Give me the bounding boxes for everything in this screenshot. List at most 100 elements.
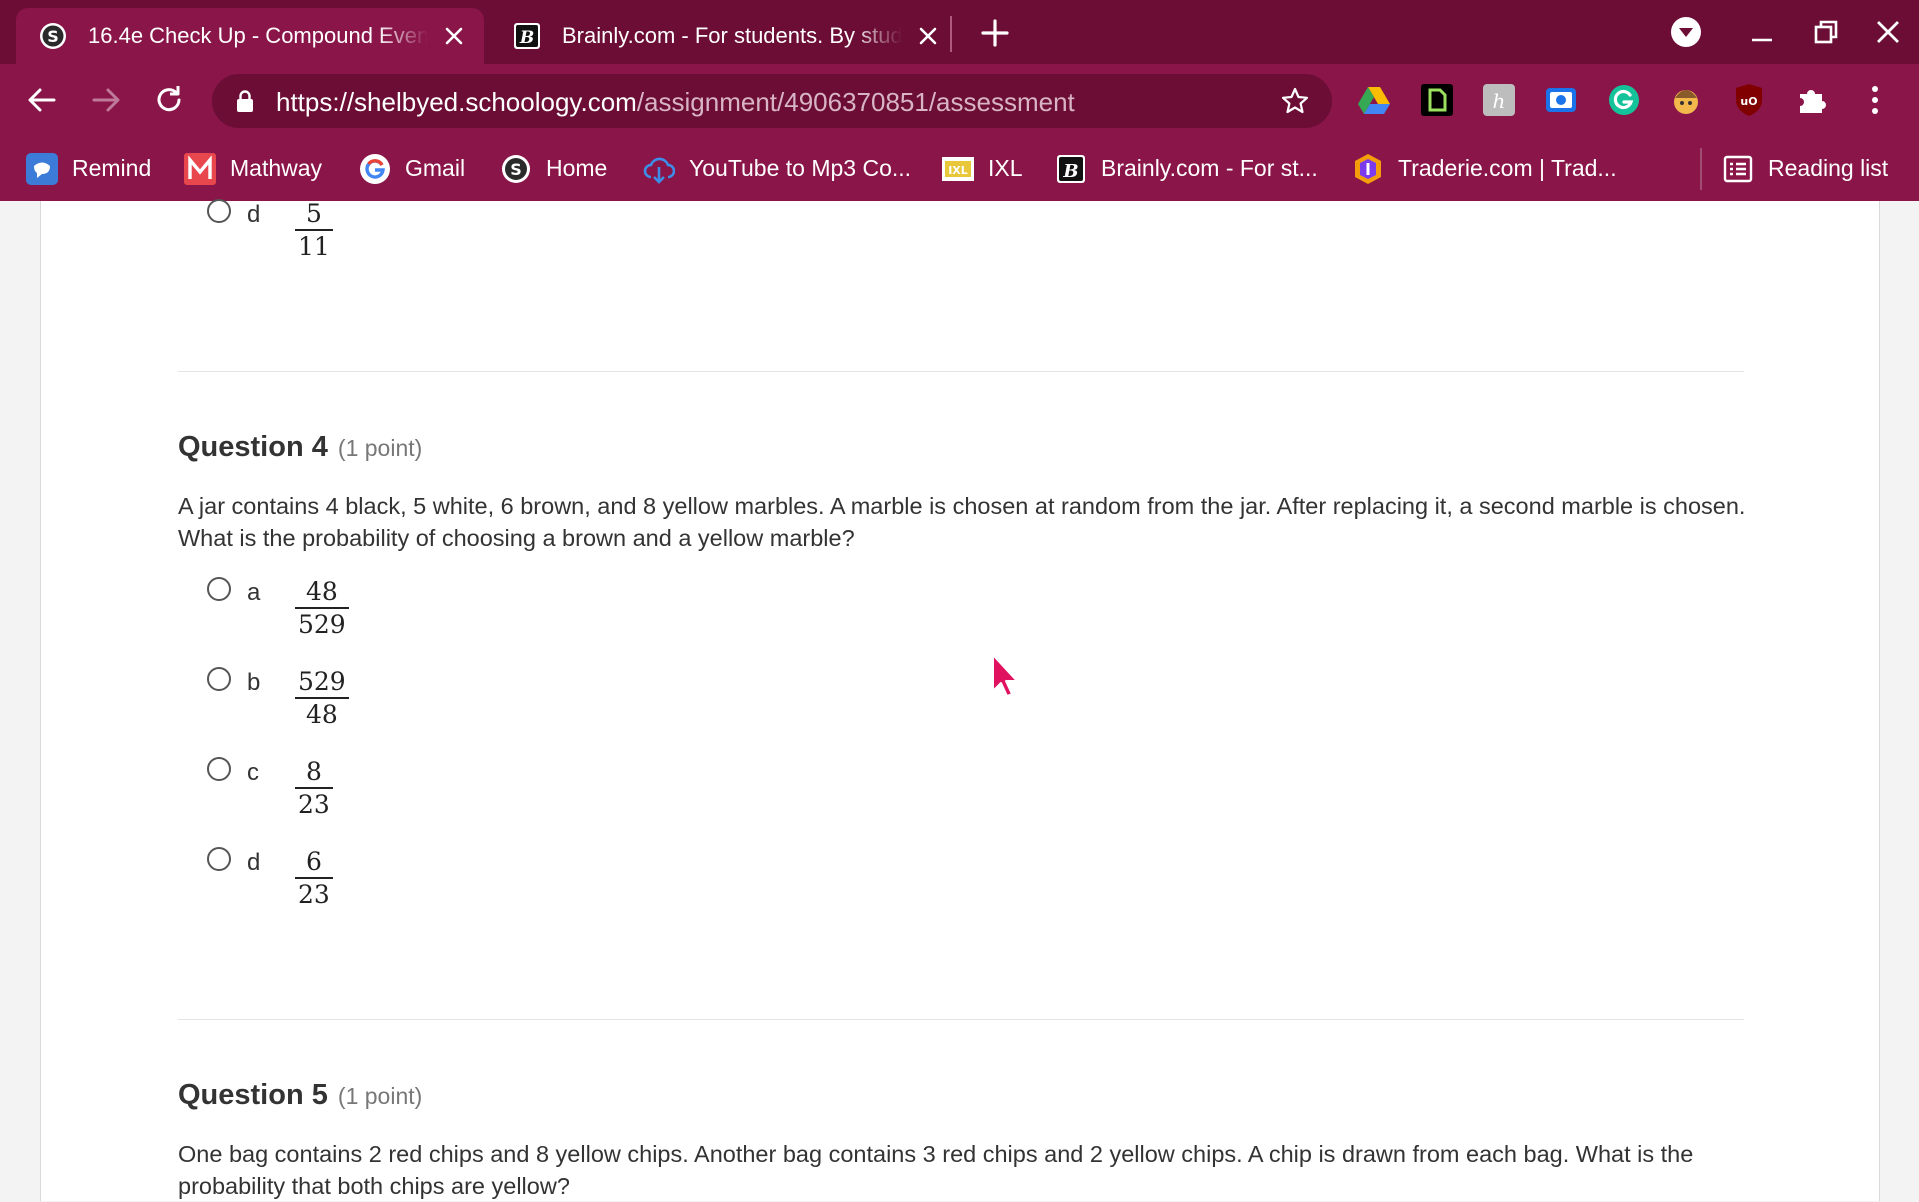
remind-icon <box>26 152 58 185</box>
fraction-numerator: 6 <box>305 847 322 876</box>
fraction-numerator: 529 <box>298 667 346 696</box>
fraction-denominator: 23 <box>298 880 330 909</box>
option-letter: d <box>247 201 261 228</box>
minimize-icon[interactable] <box>1744 14 1780 50</box>
question-divider <box>178 371 1744 372</box>
option-letter: c <box>247 759 259 786</box>
ublock-icon[interactable]: uO <box>1731 82 1767 118</box>
tab-schoology[interactable]: S 16.4e Check Up - Compound Events <box>16 8 484 64</box>
download-cloud-icon <box>643 157 675 184</box>
extension-h-icon[interactable]: h <box>1481 82 1517 118</box>
radio-button[interactable] <box>207 667 231 691</box>
reload-icon[interactable] <box>151 82 187 118</box>
ixl-icon: IXL <box>942 156 974 181</box>
bookmark-brainly[interactable]: B Brainly.com - For st... <box>1055 136 1318 201</box>
browser-toolbar: https://shelbyed.schoology.com/assignmen… <box>0 64 1919 136</box>
fraction-denominator: 529 <box>298 610 346 639</box>
bookmarks-bar: Remind Mathway Gmail S Home YouTube to M… <box>0 136 1919 201</box>
bookmark-star-icon[interactable] <box>1280 86 1310 116</box>
extensions-puzzle-icon[interactable] <box>1794 82 1830 118</box>
close-window-icon[interactable] <box>1870 14 1906 50</box>
bookmark-home[interactable]: S Home <box>500 136 607 201</box>
bookmark-youtube-mp3[interactable]: YouTube to Mp3 Co... <box>643 136 911 201</box>
question-divider <box>178 1019 1744 1020</box>
mathway-icon <box>184 152 216 185</box>
schoology-icon: S <box>40 23 66 49</box>
close-tab-icon[interactable] <box>442 24 466 48</box>
bookmark-label: Brainly.com - For st... <box>1101 155 1318 181</box>
option-letter: b <box>247 669 261 696</box>
fraction-numerator: 5 <box>305 199 322 228</box>
page-content: d 5 11 Question 4 (1 point) A jar contai… <box>0 199 1919 1201</box>
tab-strip: S 16.4e Check Up - Compound Events B Bra… <box>0 0 1919 64</box>
address-bar[interactable]: https://shelbyed.schoology.com/assignmen… <box>212 74 1332 128</box>
schoology-icon: S <box>502 154 530 183</box>
extension-mascot-icon[interactable] <box>1668 82 1704 118</box>
bookmarks-separator <box>1700 148 1702 190</box>
question-4-header: Question 4 (1 point) <box>178 431 422 464</box>
brainly-icon: B <box>514 23 540 49</box>
question-points: (1 point) <box>337 435 423 461</box>
fraction-numerator: 8 <box>305 757 322 786</box>
assessment-card: d 5 11 Question 4 (1 point) A jar contai… <box>40 199 1880 1201</box>
bookmark-label: Home <box>546 155 608 181</box>
svg-text:B: B <box>1062 161 1078 182</box>
question-number: Question 5 <box>178 1079 328 1111</box>
question-5-header: Question 5 (1 point) <box>178 1079 422 1112</box>
radio-button[interactable] <box>207 199 231 223</box>
restore-icon[interactable] <box>1808 14 1844 50</box>
extension-doc-icon[interactable] <box>1419 82 1455 118</box>
bookmark-label: Mathway <box>230 155 323 181</box>
tab-separator <box>950 16 952 52</box>
fraction: 5 11 <box>295 199 333 263</box>
lock-icon[interactable] <box>234 89 256 113</box>
tab-title: 16.4e Check Up - Compound Events <box>88 23 428 48</box>
more-menu-icon[interactable] <box>1857 82 1893 118</box>
url-path: /assignment/4906370851/assessment <box>636 87 1075 117</box>
svg-text:S: S <box>47 27 59 46</box>
bookmark-mathway[interactable]: Mathway <box>184 136 322 201</box>
fraction: 8 23 <box>295 757 333 821</box>
close-tab-icon[interactable] <box>916 24 940 48</box>
reading-list-button[interactable]: Reading list <box>1722 136 1888 201</box>
fraction: 48 529 <box>295 577 349 641</box>
bookmark-label: YouTube to Mp3 Co... <box>689 155 912 181</box>
radio-button[interactable] <box>207 757 231 781</box>
google-drive-icon[interactable] <box>1356 82 1392 118</box>
new-tab-plus-icon[interactable] <box>978 16 1012 50</box>
radio-button[interactable] <box>207 847 231 871</box>
brainly-icon: B <box>1057 154 1085 183</box>
svg-text:IXL: IXL <box>948 164 968 177</box>
bookmark-label: IXL <box>988 155 1023 181</box>
svg-text:B: B <box>519 28 534 48</box>
radio-button[interactable] <box>207 577 231 601</box>
option-letter: d <box>247 849 261 876</box>
fraction: 6 23 <box>295 847 333 911</box>
bookmark-traderie[interactable]: Traderie.com | Trad... <box>1352 136 1617 201</box>
google-icon <box>360 153 390 184</box>
question-5-text: One bag contains 2 red chips and 8 yello… <box>178 1141 1694 1199</box>
svg-text:h: h <box>1493 89 1506 113</box>
option-letter: a <box>247 579 261 606</box>
bookmark-ixl[interactable]: IXL IXL <box>942 136 1023 201</box>
fraction-numerator: 48 <box>305 577 338 606</box>
tab-brainly[interactable]: B Brainly.com - For students. By student… <box>490 8 950 64</box>
screen-recorder-icon[interactable] <box>1543 82 1579 118</box>
tab-title: Brainly.com - For students. By students <box>562 23 902 48</box>
question-points: (1 point) <box>337 1083 423 1109</box>
svg-text:S: S <box>510 160 522 179</box>
grammarly-icon[interactable] <box>1606 82 1642 118</box>
fraction: 529 48 <box>295 667 349 731</box>
traderie-icon <box>1355 153 1381 184</box>
question-4-text: A jar contains 4 black, 5 white, 6 brown… <box>178 493 1746 551</box>
bookmark-gmail[interactable]: Gmail <box>359 136 465 201</box>
url-host: https://shelbyed.schoology.com <box>276 87 637 117</box>
back-arrow-icon[interactable] <box>24 82 60 118</box>
bookmark-label: Gmail <box>405 155 466 181</box>
forward-arrow-icon[interactable] <box>88 82 124 118</box>
profile-dropdown-icon[interactable] <box>1668 14 1704 50</box>
fraction-denominator: 11 <box>298 232 330 261</box>
bookmark-remind[interactable]: Remind <box>26 136 151 201</box>
url-text[interactable]: https://shelbyed.schoology.com/assignmen… <box>276 87 1075 118</box>
question-number: Question 4 <box>178 431 328 463</box>
